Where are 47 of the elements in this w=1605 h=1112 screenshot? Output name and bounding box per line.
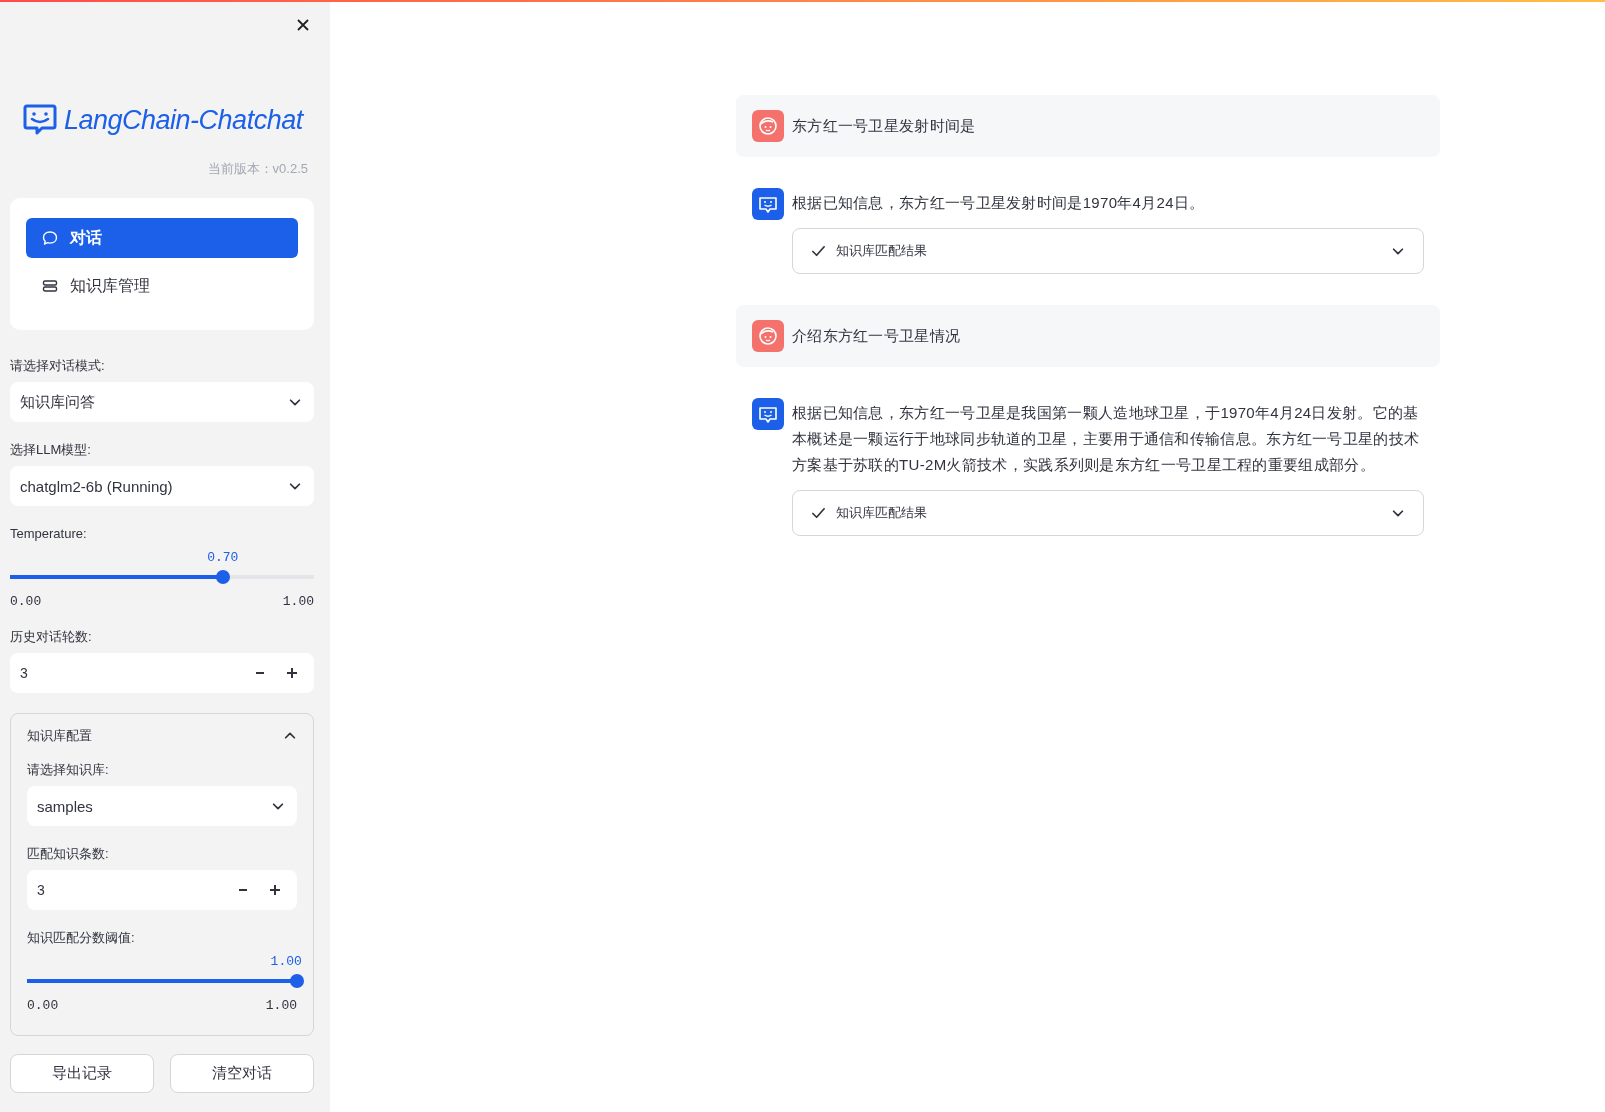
version-text: 当前版本：v0.2.5 xyxy=(206,160,308,178)
close-icon xyxy=(296,18,310,32)
bot-avatar-icon xyxy=(752,398,784,430)
field-label: Temperature: xyxy=(10,526,88,542)
number-field[interactable]: 3 xyxy=(27,870,297,910)
sidebar-button[interactable]: 导出记录 xyxy=(10,1054,154,1093)
checkmark-icon xyxy=(811,243,826,259)
details-expander[interactable]: 知识库匹配结果 xyxy=(792,228,1424,274)
details-label: 知识库匹配结果 xyxy=(836,242,928,260)
number-field[interactable]: 3 xyxy=(10,653,314,693)
plus-icon xyxy=(269,884,281,896)
message-text: 介绍东方红一号卫星情况 xyxy=(792,326,962,346)
user-avatar-icon xyxy=(752,320,784,352)
message-text: 根据已知信息，东方红一号卫星发射时间是1970年4月24日。 xyxy=(792,193,1206,213)
user-avatar-icon xyxy=(752,110,784,142)
slider-thumb[interactable] xyxy=(215,570,230,584)
slider-value: 0.70 xyxy=(207,550,239,565)
slider-max-label: 1.00 xyxy=(265,998,297,1013)
slider-thumb[interactable] xyxy=(290,974,304,988)
message-text: 根据已知信息，东方红一号卫星是我国第一颗人造地球卫星，于1970年4月24日发射。它的基本概述是一颗运行于地球同步轨道的卫星，主要用于通信和传输信息。东方红一号卫星的技术方案基于苏联的TU-2M火箭技术，实践系列则是东方红一号卫星工程的重要组成部分。 xyxy=(792,403,1421,475)
field-label: 请选择知识库: xyxy=(27,762,110,778)
select-field[interactable]: chatglm2-6b (Running) xyxy=(10,466,314,506)
chat-bubble-smile-icon xyxy=(22,104,58,136)
plus-icon xyxy=(286,667,298,679)
slider-min-label: 0.00 xyxy=(10,594,42,609)
details-expander[interactable]: 知识库匹配结果 xyxy=(792,490,1424,536)
field-label: 历史对话轮数: xyxy=(10,629,93,645)
field-label: 请选择对话模式: xyxy=(10,358,106,374)
field-label: 选择LLM模型: xyxy=(10,442,92,458)
slider-value: 1.00 xyxy=(270,954,302,969)
field-label: 知识匹配分数阈值: xyxy=(27,930,136,946)
slider-max-label: 1.00 xyxy=(282,594,314,609)
select-field[interactable]: 知识库问答 xyxy=(10,382,314,422)
details-label: 知识库匹配结果 xyxy=(836,504,928,522)
expander-title[interactable]: 知识库配置 xyxy=(27,727,92,745)
message-text: 东方红一号卫星发射时间是 xyxy=(792,116,977,136)
chat-bubble-icon xyxy=(42,230,58,246)
checkmark-icon xyxy=(811,505,826,521)
field-label: 匹配知识条数: xyxy=(27,846,110,862)
select-field[interactable]: samples xyxy=(27,786,297,826)
bot-avatar-icon xyxy=(752,188,784,220)
sidebar-button[interactable]: 清空对话 xyxy=(170,1054,314,1093)
slider-min-label: 0.00 xyxy=(27,998,59,1013)
app-logo-text: LangChain-Chatchat xyxy=(64,104,303,136)
nav-item[interactable]: 知识库管理 xyxy=(26,266,298,306)
list-icon xyxy=(42,278,58,294)
nav-item[interactable]: 对话 xyxy=(26,218,298,258)
